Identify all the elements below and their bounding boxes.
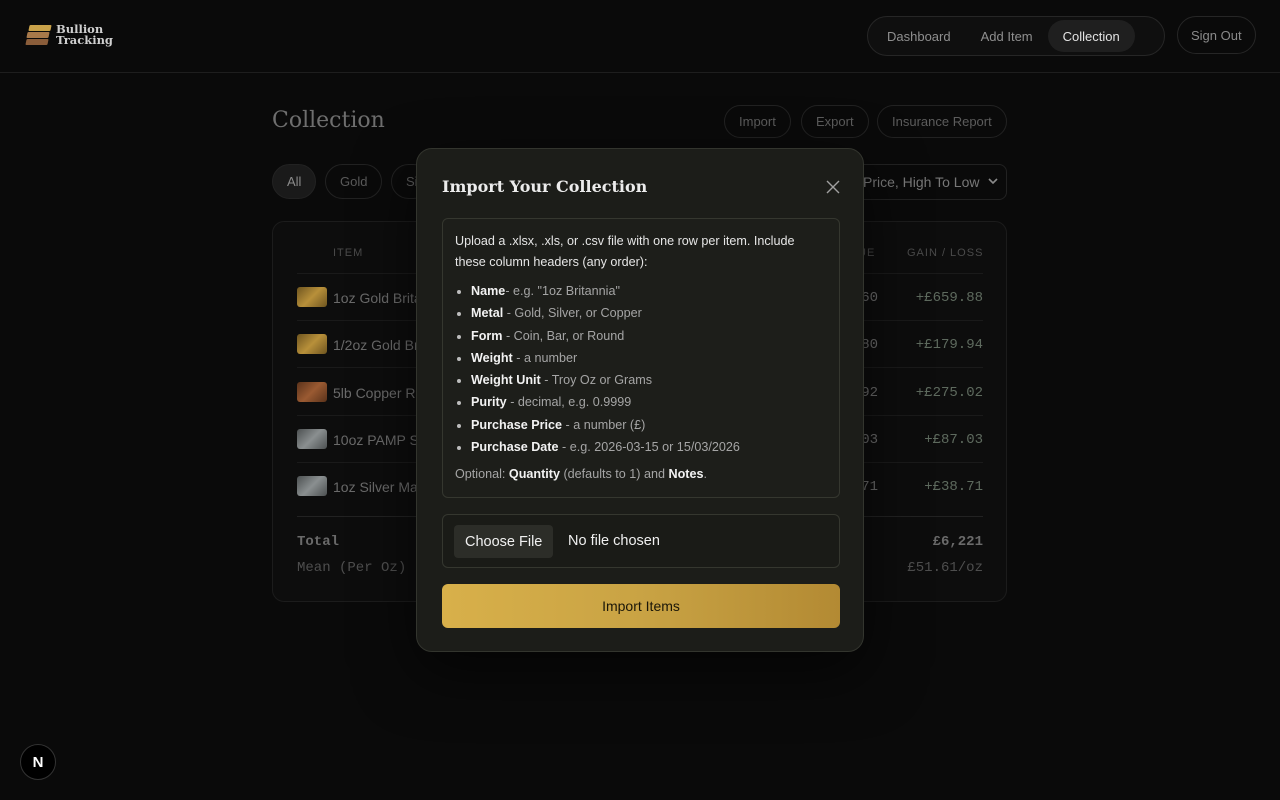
total-label: Total — [297, 534, 340, 550]
brand-line-2: Tracking — [56, 33, 113, 47]
header-gain-loss[interactable]: GAIN / LOSS — [907, 247, 983, 259]
list-item: Purchase Date - e.g. 2026-03-15 or 15/03… — [471, 436, 827, 458]
main-nav: Dashboard Add Item Collection — [867, 16, 1165, 56]
filter-gold[interactable]: Gold — [325, 164, 383, 199]
list-item: Form - Coin, Bar, or Round — [471, 325, 827, 347]
list-item: Metal - Gold, Silver, or Copper — [471, 302, 827, 324]
list-item: Purchase Price - a number (£) — [471, 414, 827, 436]
copper-swatch — [297, 382, 327, 402]
row-gain: +£87.03 — [924, 432, 983, 448]
nav-collection[interactable]: Collection — [1047, 20, 1135, 52]
export-button[interactable]: Export — [801, 105, 869, 138]
row-name: 1oz Silver Ma — [333, 479, 418, 495]
insurance-report-button[interactable]: Insurance Report — [877, 105, 1007, 138]
mean-label: Mean (Per Oz) — [297, 560, 407, 576]
list-item: Weight Unit - Troy Oz or Grams — [471, 369, 827, 391]
close-icon[interactable] — [824, 178, 842, 196]
file-input[interactable]: Choose File No file chosen — [442, 514, 840, 568]
header-item[interactable]: ITEM — [333, 247, 363, 259]
top-bar: Bullion Tracking Dashboard Add Item Coll… — [0, 0, 1280, 73]
nextjs-dev-badge[interactable]: N — [20, 744, 56, 780]
list-item: Purity - decimal, e.g. 0.9999 — [471, 391, 827, 413]
row-name: 1/2oz Gold Br — [333, 337, 419, 353]
row-gain: +£275.02 — [915, 385, 983, 401]
optional-note: Optional: Quantity (defaults to 1) and N… — [455, 467, 707, 482]
list-item: Name- e.g. "1oz Britannia" — [471, 280, 827, 302]
gold-swatch — [297, 287, 327, 307]
brand-logo[interactable]: Bullion Tracking — [25, 23, 113, 47]
sign-out-button[interactable]: Sign Out — [1177, 16, 1256, 54]
mean-value: £51.61/oz — [907, 560, 983, 576]
import-button[interactable]: Import — [724, 105, 791, 138]
choose-file-button[interactable]: Choose File — [454, 525, 554, 558]
sort-select-value: Price, High To Low — [863, 174, 980, 190]
format-instructions: Upload a .xlsx, .xls, or .csv file with … — [442, 218, 840, 498]
modal-title: Import Your Collection — [442, 177, 648, 196]
row-name: 5lb Copper R — [333, 385, 416, 401]
column-list: Name- e.g. "1oz Britannia" Metal - Gold,… — [455, 280, 827, 458]
gold-swatch — [297, 334, 327, 354]
nav-add-item[interactable]: Add Item — [966, 20, 1048, 52]
silver-swatch — [297, 429, 327, 449]
import-items-button[interactable]: Import Items — [442, 584, 840, 628]
instructions-intro: Upload a .xlsx, .xls, or .csv file with … — [455, 234, 795, 269]
row-name: 10oz PAMP S — [333, 432, 419, 448]
row-gain: +£179.94 — [915, 337, 983, 353]
filter-all[interactable]: All — [272, 164, 317, 199]
chevron-down-icon — [988, 178, 998, 185]
sort-select[interactable]: Price, High To Low — [846, 164, 1007, 200]
row-gain: +£38.71 — [924, 479, 983, 495]
import-modal: Import Your Collection Upload a .xlsx, .… — [416, 148, 864, 652]
nav-dashboard[interactable]: Dashboard — [872, 20, 966, 52]
gold-bars-icon — [25, 24, 52, 46]
file-status: No file chosen — [568, 533, 660, 549]
list-item: Weight - a number — [471, 347, 827, 369]
row-gain: +£659.88 — [915, 290, 983, 306]
page-title: Collection — [272, 108, 385, 133]
total-value: £6,221 — [932, 534, 983, 550]
silver-swatch — [297, 476, 327, 496]
row-name: 1oz Gold Brita — [333, 290, 422, 306]
